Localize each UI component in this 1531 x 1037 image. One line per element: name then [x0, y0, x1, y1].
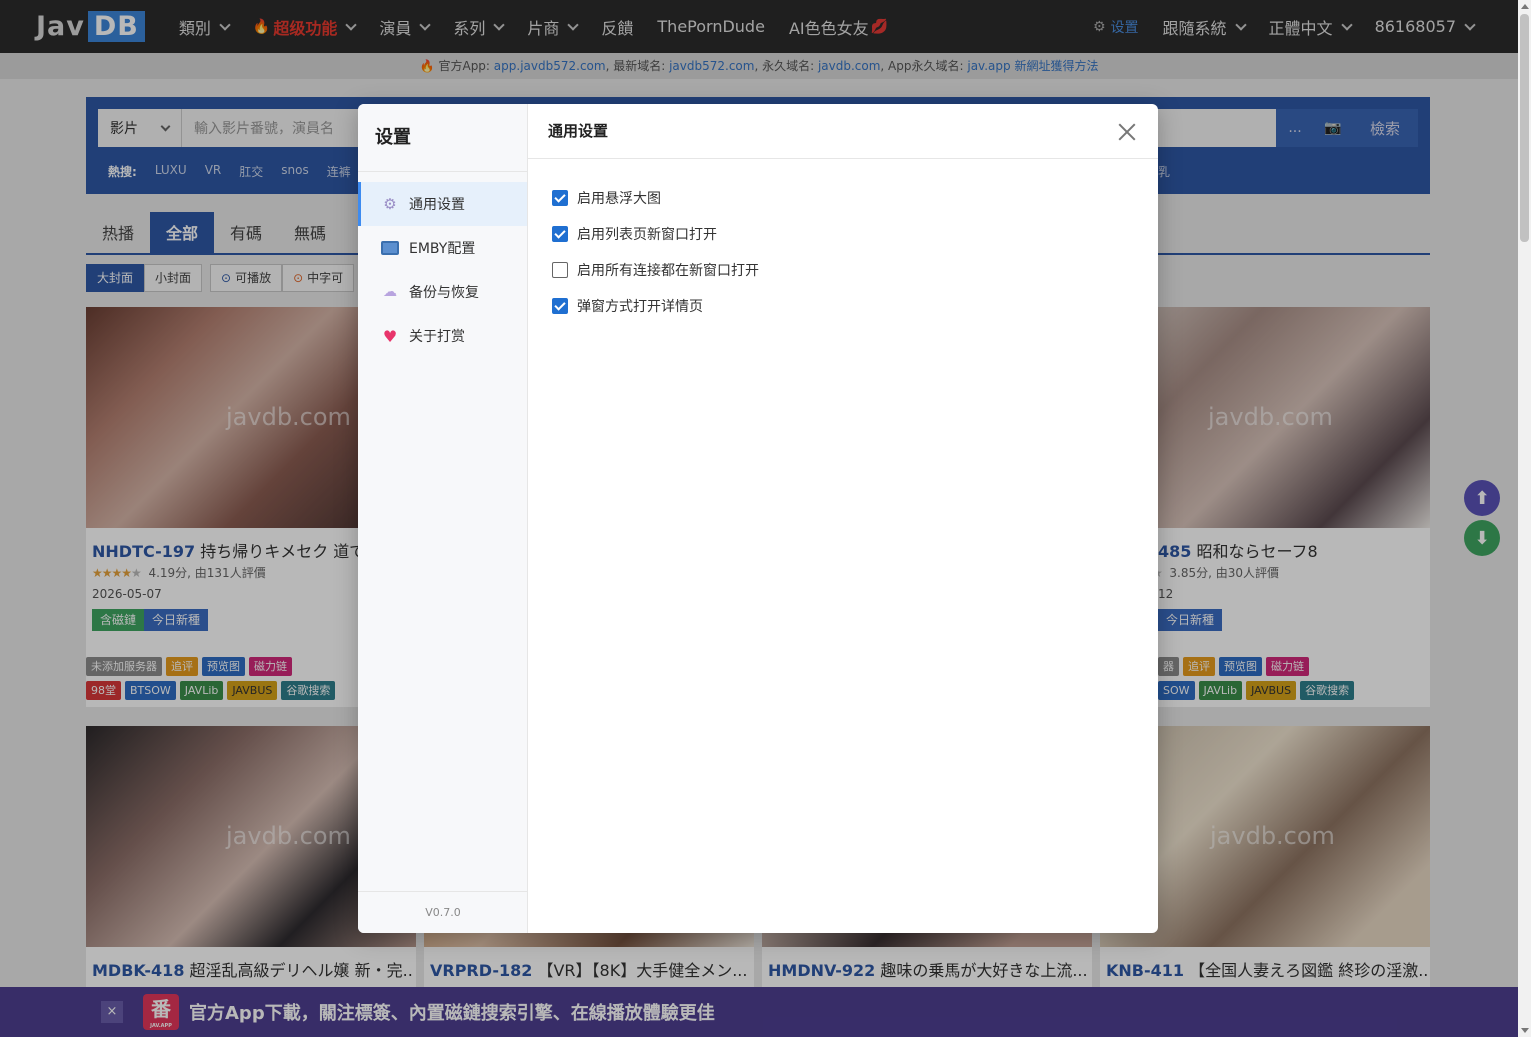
option-all-links-new-window[interactable]: 启用所有连接都在新窗口打开 — [552, 252, 1158, 288]
page-scrollbar[interactable] — [1518, 0, 1531, 1037]
heart-icon: ♥ — [382, 326, 398, 346]
checkbox-all-links-new-window[interactable] — [552, 262, 568, 278]
option-hover-preview[interactable]: 启用悬浮大图 — [552, 180, 1158, 216]
checkbox-hover-preview[interactable] — [552, 190, 568, 206]
menu-emby-config[interactable]: EMBY配置 — [358, 226, 527, 270]
settings-content: 通用设置 启用悬浮大图 启用列表页新窗口打开 启用所有连接都在新窗口打开 弹窗方… — [528, 104, 1158, 933]
menu-about-donate[interactable]: ♥ 关于打赏 — [358, 314, 527, 358]
settings-sidebar: 设置 ⚙ 通用设置 EMBY配置 ☁ 备份与恢复 ♥ 关于打赏 V0.7.0 — [358, 104, 528, 933]
close-icon[interactable] — [1118, 123, 1136, 141]
scroll-down-arrow-icon[interactable] — [1521, 1028, 1529, 1033]
gear-icon: ⚙ — [383, 195, 397, 213]
settings-modal: 设置 ⚙ 通用设置 EMBY配置 ☁ 备份与恢复 ♥ 关于打赏 V0.7.0 通… — [358, 104, 1158, 933]
section-heading: 通用设置 — [548, 122, 609, 140]
monitor-icon — [381, 241, 399, 255]
option-list-new-window[interactable]: 启用列表页新窗口打开 — [552, 216, 1158, 252]
settings-title: 设置 — [358, 104, 527, 172]
checkbox-list-new-window[interactable] — [552, 226, 568, 242]
version-label: V0.7.0 — [358, 891, 528, 933]
cloud-icon: ☁ — [383, 284, 397, 300]
menu-general-settings[interactable]: ⚙ 通用设置 — [358, 182, 527, 226]
checkbox-popup-detail[interactable] — [552, 298, 568, 314]
option-popup-detail[interactable]: 弹窗方式打开详情页 — [552, 288, 1158, 324]
scrollbar-thumb[interactable] — [1520, 14, 1529, 242]
menu-backup-restore[interactable]: ☁ 备份与恢复 — [358, 270, 527, 314]
scroll-up-arrow-icon[interactable] — [1521, 4, 1529, 9]
